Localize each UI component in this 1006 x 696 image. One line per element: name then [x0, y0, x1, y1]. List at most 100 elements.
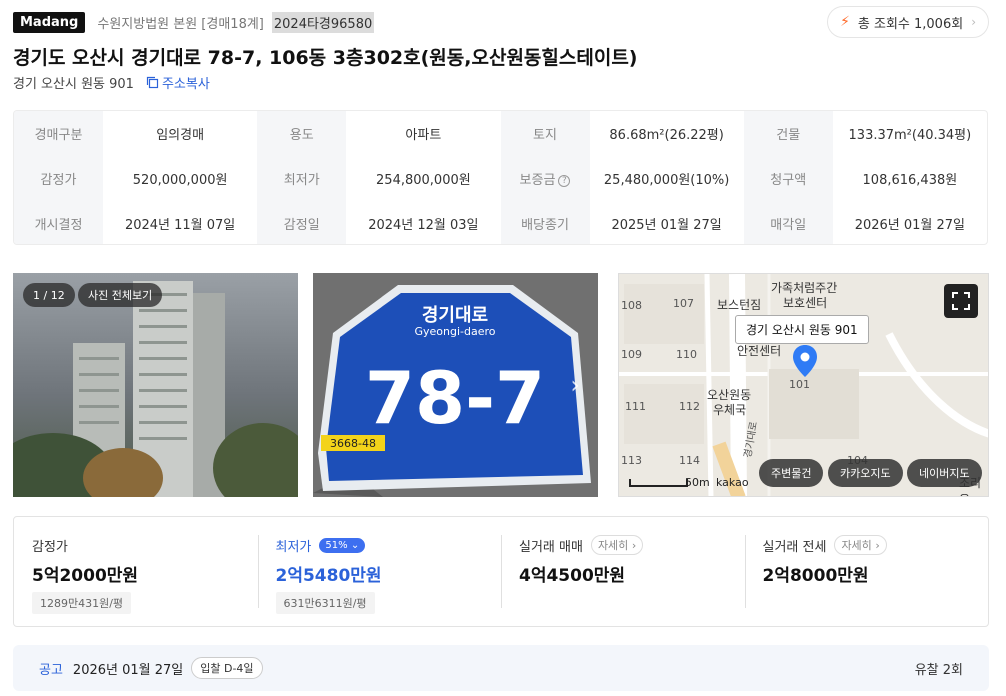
- table-row: 감정가 520,000,000원 최저가 254,800,000원 보증금? 2…: [14, 156, 987, 201]
- bolt-icon: ⚡: [840, 14, 850, 30]
- map-provider-logo: kakao: [716, 476, 749, 489]
- map-place-label: 보호센터: [783, 296, 828, 310]
- sign-title: 경기대로: [422, 305, 488, 326]
- page-header: Madang 수원지방법원 본원 [경매18계] 2024타경96580 ⚡ 총…: [13, 6, 989, 38]
- price-summary: 감정가 5억2000만원 1289만431원/평 최저가 51% ⌄ 2억548…: [13, 516, 989, 627]
- map-scale-label: 50m: [685, 476, 710, 489]
- sign-code: 3668-48: [330, 437, 376, 450]
- info-value: 520,000,000원: [132, 173, 228, 188]
- map-block-number: 112: [679, 400, 700, 413]
- map-place-label: 보스턴짐: [717, 298, 762, 312]
- sign-number: 78-7: [365, 356, 545, 440]
- minimum-ratio-badge: 51% ⌄: [319, 537, 366, 553]
- minimum-label-row: 최저가 51% ⌄: [276, 535, 484, 555]
- auction-info-table: 경매구분 임의경매 용도 아파트 토지 86.68m²(26.22평) 건물 1…: [13, 110, 988, 245]
- map-scale-bar: [629, 479, 688, 487]
- appraisal-label: 감정가: [32, 539, 68, 555]
- map-pin-icon: [793, 345, 817, 377]
- info-label: 감정가: [14, 156, 103, 201]
- info-label: 청구액: [743, 156, 833, 201]
- sale-label: 실거래 매매: [519, 539, 583, 555]
- minimum-label: 최저가: [275, 539, 312, 555]
- minimum-price-card: 최저가 51% ⌄ 2억5480만원 631만6311원/평: [257, 517, 502, 626]
- case-number: 2024타경96580: [271, 11, 375, 33]
- map-block-number: 110: [676, 348, 697, 361]
- sign-roman: Gyeongi-daero: [414, 325, 495, 338]
- view-all-photos-button[interactable]: 사진 전체보기: [78, 283, 163, 307]
- bid-dday-badge: 입찰 D-4일: [191, 657, 263, 679]
- actual-jeonse-card: 실거래 전세 자세히 › 2억8000만원: [744, 517, 989, 626]
- copy-icon: [146, 76, 159, 89]
- map-block-number: 109: [621, 348, 642, 361]
- location-map[interactable]: 108 107 109 110 111 112 113 114 101 104 …: [618, 273, 989, 497]
- minimum-ratio: 51%: [325, 539, 348, 551]
- auction-notice-bar[interactable]: 공고 2026년 01월 27일 입찰 D-4일 유찰 2회: [13, 645, 989, 691]
- sale-details-button[interactable]: 자세히 ›: [590, 535, 644, 555]
- nearby-items-button[interactable]: 주변물건: [759, 459, 824, 487]
- info-value: 86.68m²(26.22평): [609, 128, 724, 143]
- help-icon[interactable]: ?: [558, 174, 571, 187]
- appraisal-per-pyeong: 1289만431원/평: [32, 592, 132, 614]
- info-label: 토지: [500, 111, 590, 156]
- chevron-right-icon: ›: [971, 15, 976, 29]
- address-row: 경기 오산시 원동 901 주소복사: [13, 73, 210, 92]
- fail-count: 유찰 2회: [914, 662, 963, 678]
- expand-icon: [952, 292, 970, 310]
- address-sign-illustration: 경기대로 Gyeongi-daero 78-7 3668-48: [313, 273, 598, 497]
- kakao-map-button[interactable]: 카카오지도: [828, 459, 903, 487]
- naver-map-button[interactable]: 네이버지도: [907, 459, 982, 487]
- info-value: 아파트: [405, 128, 442, 143]
- info-value: 108,616,438원: [862, 173, 958, 188]
- map-block-number: 114: [679, 454, 700, 467]
- jeonse-label-row: 실거래 전세 자세히 ›: [763, 535, 971, 555]
- info-label: 경매구분: [14, 111, 103, 156]
- map-block-number: 113: [621, 454, 642, 467]
- fullscreen-map-button[interactable]: [944, 284, 978, 318]
- jeonse-details-button[interactable]: 자세히 ›: [834, 535, 887, 555]
- map-block-number: 108: [621, 299, 642, 312]
- building-photo[interactable]: 1 / 12 사진 전체보기: [13, 273, 298, 497]
- lot-address: 경기 오산시 원동 901: [13, 77, 134, 92]
- court-name: 수원지방법원 본원 [경매18계]: [97, 16, 264, 32]
- map-block-number: 107: [673, 297, 694, 310]
- info-label: 건물: [743, 111, 833, 156]
- info-value: 25,480,000원(10%): [603, 173, 730, 188]
- next-photo-arrow-icon[interactable]: ›: [570, 371, 580, 399]
- notice-date: 2026년 01월 27일: [72, 662, 184, 678]
- chevron-right-icon: ›: [631, 539, 637, 552]
- info-label: 보증금: [519, 173, 556, 188]
- jeonse-value: 2억8000만원: [762, 566, 869, 586]
- jeonse-details-label: 자세히: [841, 539, 872, 552]
- actual-sale-card: 실거래 매매 자세히 › 4억4500만원: [501, 517, 745, 626]
- view-count-button[interactable]: ⚡ 총 조회수 1,006회 ›: [827, 6, 989, 38]
- address-sign-photo[interactable]: 경기대로 Gyeongi-daero 78-7 3668-48 ›: [313, 273, 598, 497]
- info-value: 2026년 01월 27일: [854, 218, 966, 233]
- info-value: 2025년 01월 27일: [611, 218, 722, 233]
- notice-tag: 공고: [39, 662, 63, 678]
- map-location-label: 경기 오산시 원동 901: [735, 315, 869, 344]
- appraisal-value: 5억2000만원: [32, 566, 139, 586]
- copy-address-button[interactable]: 주소복사: [146, 73, 210, 92]
- deposit-label-cell: 보증금?: [500, 156, 590, 201]
- map-place-label: 우체국: [713, 403, 747, 417]
- map-block-number: 101: [789, 378, 810, 391]
- jeonse-label: 실거래 전세: [762, 539, 827, 555]
- info-value: 2024년 12월 03일: [368, 218, 479, 233]
- sale-value: 4억4500만원: [519, 566, 626, 586]
- page-title: 경기도 오산시 경기대로 78-7, 106동 3층302호(원동,오산원동힐스…: [13, 47, 638, 69]
- info-value: 임의경매: [156, 128, 205, 143]
- info-value: 2024년 11월 07일: [124, 218, 236, 233]
- view-count-label: 총 조회수 1,006회: [857, 16, 964, 32]
- map-block-number: 111: [625, 400, 646, 413]
- info-label: 최저가: [257, 156, 347, 201]
- photo-gallery: 1 / 12 사진 전체보기 경기대로 Gyeongi-daero 78-7 3…: [13, 273, 989, 497]
- brand-logo[interactable]: Madang: [13, 11, 86, 33]
- info-value: 133.37m²(40.34평): [848, 128, 972, 143]
- table-row: 개시결정 2024년 11월 07일 감정일 2024년 12월 03일 배당종…: [14, 201, 987, 244]
- copy-address-label: 주소복사: [161, 77, 210, 92]
- info-label: 매각일: [743, 201, 833, 244]
- minimum-value: 2억5480만원: [275, 566, 382, 586]
- double-chevron-down-icon: ⌄: [350, 539, 360, 551]
- table-row: 경매구분 임의경매 용도 아파트 토지 86.68m²(26.22평) 건물 1…: [14, 111, 987, 156]
- sale-label-row: 실거래 매매 자세히 ›: [519, 535, 727, 555]
